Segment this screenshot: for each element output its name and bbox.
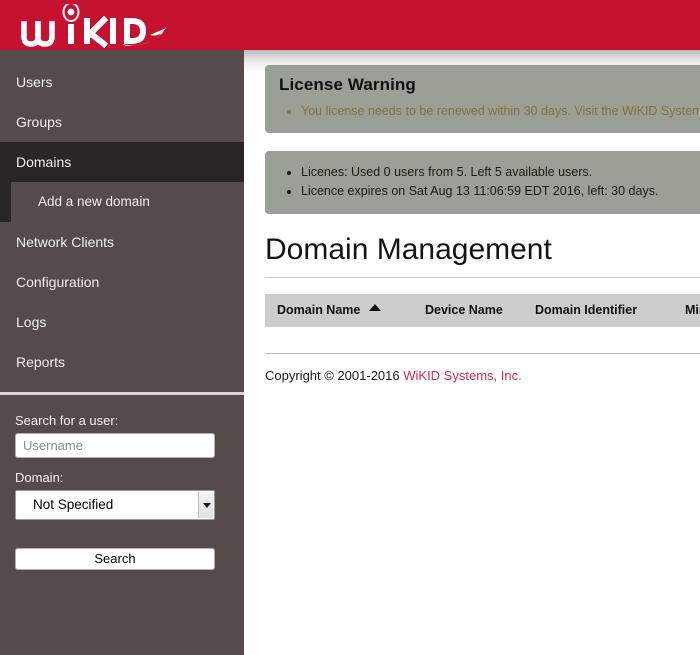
- search-domain-label: Domain:: [15, 470, 64, 485]
- search-button[interactable]: Search: [15, 548, 215, 570]
- search-domain-select[interactable]: Not Specified: [15, 490, 215, 520]
- list-item: Licenes: Used 0 users from 5. Left 5 ava…: [301, 163, 700, 182]
- wikid-logo[interactable]: [14, 4, 184, 48]
- domain-table-body: [265, 327, 700, 353]
- page-title: Domain Management: [265, 233, 552, 266]
- column-header-domain-name[interactable]: Domain Name: [265, 294, 425, 327]
- main-content: License Warning You license needs to be …: [244, 50, 700, 655]
- license-warning-box: License Warning You license needs to be …: [265, 65, 700, 133]
- sidebar-item-domains[interactable]: Domains: [0, 142, 244, 182]
- sidebar-item-network-clients[interactable]: Network Clients: [0, 222, 244, 262]
- search-domain-selected-value: Not Specified: [33, 497, 114, 512]
- sidebar-subitem-add-a-new-domain[interactable]: Add a new domain: [0, 182, 244, 222]
- sidebar-divider: [0, 392, 244, 395]
- sidebar-subitem-label: Add a new domain: [38, 194, 150, 209]
- list-item: Licence expires on Sat Aug 13 11:06:59 E…: [301, 182, 700, 201]
- copyright-label: Copyright © 2001-2016: [265, 368, 404, 383]
- sidebar-item-label: Domains: [16, 154, 72, 170]
- chevron-down-icon[interactable]: [198, 492, 213, 518]
- search-username-input[interactable]: [15, 433, 215, 458]
- domain-table-header-row: Domain Name Device Name Domain Identifier M…: [265, 294, 700, 327]
- sidebar-item-label: Configuration: [16, 274, 100, 290]
- sidebar-item-users[interactable]: Users: [0, 62, 244, 102]
- license-warning-title: License Warning: [279, 75, 416, 94]
- sidebar-item-label: Network Clients: [16, 234, 115, 250]
- column-header-minimum-passcode-length[interactable]: Minimum Passcode Length: [685, 294, 700, 327]
- sidebar-item-logs[interactable]: Logs: [0, 302, 244, 342]
- sidebar-item-label: Groups: [16, 114, 62, 130]
- sidebar-item-label: Logs: [16, 314, 47, 330]
- sidebar-nav: Users Groups Domains Add a new domain Ne…: [0, 50, 244, 395]
- app-window: Users Groups Domains Add a new domain Ne…: [0, 0, 700, 655]
- sort-ascending-icon: [369, 304, 382, 311]
- column-header-device-name[interactable]: Device Name: [425, 294, 535, 327]
- license-info-box: Licenes: Used 0 users from 5. Left 5 ava…: [265, 151, 700, 214]
- title-divider: [265, 277, 700, 278]
- sidebar-item-reports[interactable]: Reports: [0, 342, 244, 382]
- sidebar-item-configuration[interactable]: Configuration: [0, 262, 244, 302]
- app-header: [0, 0, 700, 50]
- license-info-list: Licenes: Used 0 users from 5. Left 5 ava…: [279, 163, 700, 201]
- sidebar-item-label: Users: [16, 74, 53, 90]
- user-search-panel: Search for a user: Domain: Not Specified…: [0, 395, 244, 570]
- sidebar: Users Groups Domains Add a new domain Ne…: [0, 50, 244, 655]
- footer-divider: [265, 353, 700, 354]
- sidebar-item-groups[interactable]: Groups: [0, 102, 244, 142]
- search-user-label: Search for a user:: [15, 413, 119, 428]
- wikid-systems-link[interactable]: WiKID Systems, Inc.: [403, 368, 521, 383]
- copyright-text: Copyright © 2001-2016 WiKID Systems, Inc…: [265, 368, 700, 383]
- column-header-label: Domain Name: [277, 303, 361, 317]
- list-item: You license needs to be renewed within 3…: [301, 102, 700, 121]
- sidebar-item-label: Reports: [16, 354, 66, 370]
- column-header-domain-identifier[interactable]: Domain Identifier: [535, 294, 685, 327]
- license-warning-list: You license needs to be renewed within 3…: [279, 102, 700, 121]
